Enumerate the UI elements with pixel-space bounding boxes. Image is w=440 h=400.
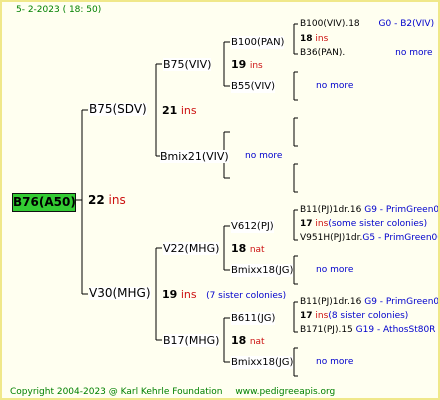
ancestor-row-9-name[interactable]: B11(PJ)1dr.16 — [300, 297, 361, 307]
footer-copyright: Copyright 2004-2023 @ Karl Kehrle Founda… — [10, 387, 223, 397]
ancestor-row-3: B36(PAN). no more — [300, 48, 433, 59]
ancestor-row-2: 18 ins — [300, 34, 328, 45]
footer-site-link[interactable]: www.pedigreeapis.org — [235, 387, 335, 397]
ancestor-row-11-name[interactable]: B171(PJ).15 — [300, 325, 353, 335]
grandparent-2-name[interactable]: Bmix21(VIV) — [160, 150, 229, 163]
grandparent-1-gen-suffix: ins — [249, 61, 263, 71]
ancestor-row-10: 17 ins(8 sister colonies) — [300, 311, 408, 322]
ancestor-row-3-no-more: no more — [395, 48, 433, 58]
parent-1-gen-number: 21 — [162, 104, 178, 117]
grandparent-3-gen-number: 18 — [231, 242, 247, 255]
grandparent-2-no-more: no more — [245, 151, 283, 161]
ancestor-row-2-gen-number: 18 — [300, 34, 313, 44]
ancestor-row-5: B11(PJ)1dr.16 G9 - PrimGreen00 — [300, 205, 440, 216]
grandparent-4-gen-suffix: nat — [249, 337, 265, 347]
grandparent-3-gen-suffix: nat — [249, 245, 265, 255]
great-grandparent-3-name[interactable]: V612(PJ) — [231, 220, 274, 233]
great-grandparent-4-name[interactable]: Bmixx18(JG) — [231, 264, 294, 277]
parent-2-generation: 19 ins (7 sister colonies) — [162, 288, 286, 302]
parent-1-name[interactable]: B75(SDV) — [89, 103, 147, 116]
parent-1-gen-suffix: ins — [180, 104, 197, 117]
header-date: 5- 2-2023 ( 18: 50) — [16, 5, 102, 15]
ancestor-row-10-gen-suffix: ins — [315, 311, 329, 321]
parent-2-name[interactable]: V30(MHG) — [89, 287, 151, 300]
ancestor-row-12-no-more: no more — [316, 357, 354, 367]
grandparent-1-name[interactable]: B75(VIV) — [163, 58, 212, 71]
ancestor-row-6: 17 ins(some sister colonies) — [300, 219, 427, 230]
ancestor-row-9: B11(PJ)1dr.16 G9 - PrimGreen00 — [300, 297, 440, 308]
ancestor-row-10-gen-number: 17 — [300, 311, 313, 321]
grandparent-4-generation: 18 nat — [231, 334, 265, 348]
grandparent-4-gen-number: 18 — [231, 334, 247, 347]
root-gen-suffix: ins — [108, 193, 126, 207]
parent-2-note: (7 sister colonies) — [206, 291, 287, 301]
ancestor-row-7-name[interactable]: V951H(PJ)1dr. — [300, 233, 362, 243]
ancestor-row-6-gen-number: 17 — [300, 219, 313, 229]
root-generation: 22 ins — [88, 194, 126, 207]
ancestor-row-3-name[interactable]: B36(PAN). — [300, 48, 345, 58]
grandparent-4-name[interactable]: B17(MHG) — [163, 334, 220, 347]
great-grandparent-5-name[interactable]: B611(JG) — [231, 312, 276, 325]
pedigree-frame: 5- 2-2023 ( 18: 50) B76(A50) 22 ins B75(… — [0, 0, 440, 400]
grandparent-1-generation: 19 ins — [231, 58, 263, 72]
ancestor-row-10-note: (8 sister colonies) — [328, 311, 409, 321]
ancestor-row-11-ref: G19 - AthosSt80R — [355, 325, 436, 335]
ancestor-row-6-gen-suffix: ins — [315, 219, 329, 229]
parent-2-gen-suffix: ins — [180, 288, 197, 301]
ancestor-row-5-name[interactable]: B11(PJ)1dr.16 — [300, 205, 361, 215]
ancestor-row-6-note: (some sister colonies) — [328, 219, 428, 229]
root-queen[interactable]: B76(A50) — [12, 193, 76, 212]
ancestor-row-4-no-more: no more — [316, 81, 354, 91]
ancestor-row-5-ref: G9 - PrimGreen00 — [364, 205, 440, 215]
root-gen-number: 22 — [88, 193, 105, 207]
great-grandparent-6-name[interactable]: Bmixx18(JG) — [231, 356, 294, 369]
ancestor-row-11: B171(PJ).15 G19 - AthosSt80R — [300, 325, 435, 336]
great-grandparent-1-name[interactable]: B100(PAN) — [231, 36, 285, 49]
ancestor-row-7-ref: G5 - PrimGreen00 — [362, 233, 440, 243]
parent-1-generation: 21 ins — [162, 104, 197, 117]
great-grandparent-2-name[interactable]: B55(VIV) — [231, 80, 276, 93]
grandparent-1-gen-number: 19 — [231, 58, 247, 71]
grandparent-3-generation: 18 nat — [231, 242, 265, 256]
ancestor-row-1-name[interactable]: B100(VIV).18 — [300, 19, 360, 29]
ancestor-row-2-gen-suffix: ins — [315, 34, 329, 44]
ancestor-row-1: B100(VIV).18 G0 - B2(VIV) — [300, 19, 434, 30]
grandparent-3-name[interactable]: V22(MHG) — [163, 242, 220, 255]
ancestor-row-1-ref: G0 - B2(VIV) — [378, 19, 435, 29]
footer: Copyright 2004-2023 @ Karl Kehrle Founda… — [10, 387, 335, 398]
parent-2-gen-number: 19 — [162, 288, 178, 301]
ancestor-row-9-ref: G9 - PrimGreen00 — [364, 297, 440, 307]
ancestor-row-7: V951H(PJ)1dr.G5 - PrimGreen00 — [300, 233, 440, 244]
ancestor-row-8-no-more: no more — [316, 265, 354, 275]
